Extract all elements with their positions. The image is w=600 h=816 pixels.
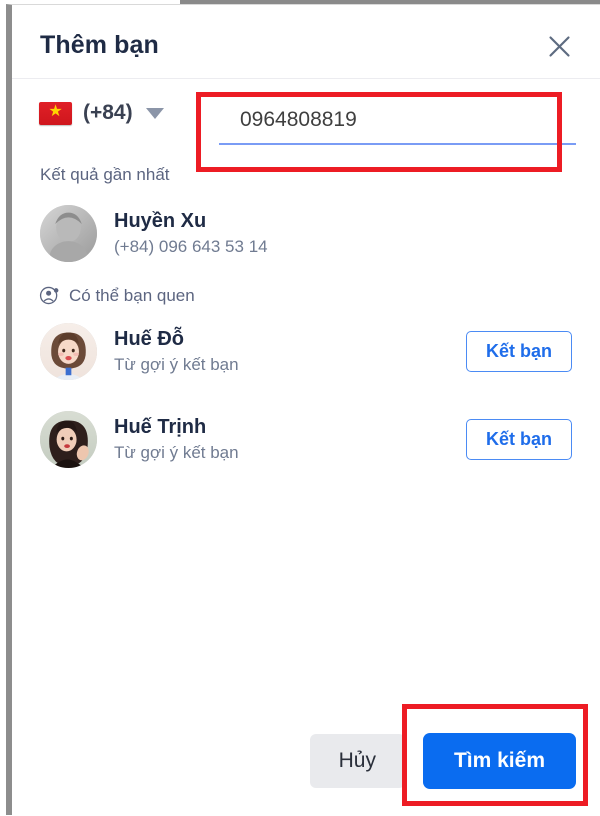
avatar-hue-trinh <box>40 411 97 468</box>
recent-result-name: Huyền Xu <box>114 210 207 233</box>
list-item[interactable]: Huế Đỗ Từ gợi ý kết bạn Kết bạn <box>12 323 600 380</box>
close-icon <box>548 35 570 57</box>
list-item-subtitle: Từ gợi ý kết bạn <box>114 355 239 375</box>
recent-result-phone: (+84) 096 643 53 14 <box>114 237 268 257</box>
vietnam-flag-icon: ★ <box>39 101 72 125</box>
add-friend-button[interactable]: Kết bạn <box>465 419 572 460</box>
list-item-text: Huế Trịnh Từ gợi ý kết bạn <box>114 414 466 465</box>
list-item[interactable]: Huế Trịnh Từ gợi ý kết bạn Kết bạn <box>12 411 600 468</box>
phone-input-wrapper <box>219 79 576 165</box>
country-code-selector[interactable]: ★ (+84) <box>39 101 164 125</box>
search-button[interactable]: Tìm kiếm <box>422 732 576 789</box>
flag-star-glyph: ★ <box>48 103 63 120</box>
dialog-footer: Hủy Tìm kiếm <box>12 705 600 816</box>
avatar-hue-do <box>40 323 97 380</box>
person-add-icon <box>39 286 59 305</box>
recent-results-label: Kết quả gần nhất <box>40 165 170 184</box>
close-button[interactable] <box>542 29 576 63</box>
recent-result-text: Huyền Xu (+84) 096 643 53 14 <box>114 208 268 259</box>
list-item-subtitle: Từ gợi ý kết bạn <box>114 443 239 463</box>
phone-number-input[interactable] <box>219 97 576 145</box>
phone-entry-row: ★ (+84) <box>12 79 600 165</box>
add-friend-dialog: Thêm bạn ★ (+84) Kết quả gần nhất <box>6 4 600 815</box>
country-code-label: (+84) <box>83 101 133 124</box>
avatar-huyen-xu <box>40 205 97 262</box>
add-friend-button[interactable]: Kết bạn <box>465 331 572 372</box>
list-item-name: Huế Đỗ <box>114 328 184 351</box>
cancel-button[interactable]: Hủy <box>309 733 405 788</box>
dialog-header: Thêm bạn <box>12 5 600 79</box>
suggestions-label: Có thể bạn quen <box>69 285 195 305</box>
list-item-name: Huế Trịnh <box>114 416 207 439</box>
recent-result-item[interactable]: Huyền Xu (+84) 096 643 53 14 <box>12 205 268 262</box>
suggestions-header: Có thể bạn quen <box>12 285 195 306</box>
chevron-down-icon[interactable] <box>145 107 164 119</box>
list-item-text: Huế Đỗ Từ gợi ý kết bạn <box>114 326 466 377</box>
page-title: Thêm bạn <box>40 31 159 59</box>
